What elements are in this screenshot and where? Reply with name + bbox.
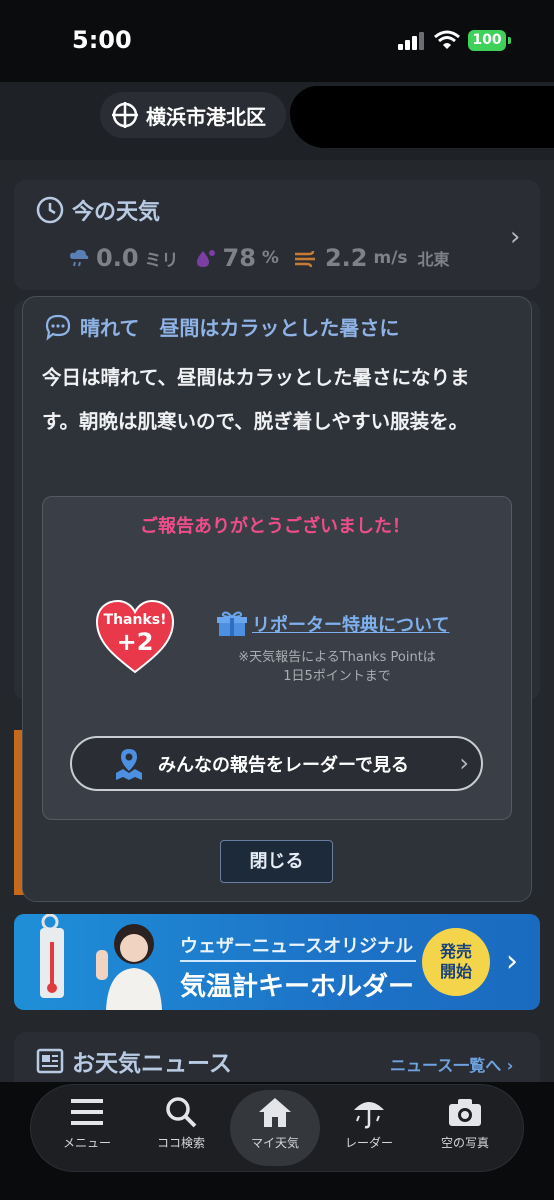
tab-radar[interactable]: レーダー	[324, 1090, 414, 1166]
thermometer-keychain-icon	[40, 914, 64, 998]
tab-radar-label: レーダー	[344, 1136, 393, 1150]
reporter-benefits-link[interactable]: リポーター特典について	[216, 610, 449, 638]
battery-indicator: 100	[468, 30, 511, 51]
tab-menu-label: メニュー	[62, 1136, 111, 1150]
location-name: 横浜市港北区	[146, 104, 266, 129]
heart-points: +2	[116, 628, 154, 656]
rain-unit: ミリ	[144, 250, 179, 271]
redaction-mark	[290, 86, 554, 148]
current-weather-title-text: 今の天気	[72, 200, 161, 225]
tab-sky-photos[interactable]: 空の写真	[420, 1090, 510, 1166]
status-time: 5:00	[72, 26, 132, 54]
wind-value: 2.2	[324, 244, 368, 272]
on-sale-badge: 発売 開始	[422, 928, 490, 996]
home-icon	[259, 1098, 291, 1127]
camera-icon	[449, 1099, 481, 1126]
chevron-right-icon: ›	[510, 222, 521, 252]
banner-subtitle: ウェザーニュースオリジナル	[180, 936, 414, 957]
wind-icon	[294, 250, 315, 268]
tab-search-label: ココ検索	[156, 1136, 205, 1150]
tab-menu[interactable]: メニュー	[42, 1090, 132, 1166]
humidity-icon	[196, 250, 215, 267]
humidity-unit: %	[261, 248, 279, 268]
umbrella-icon	[354, 1102, 384, 1129]
speech-bubble-icon	[45, 314, 71, 341]
close-button[interactable]: 閉じる	[220, 840, 333, 883]
note-line-1: ※天気報告によるThanks Pointは	[238, 650, 436, 665]
chevron-right-icon: ›	[459, 749, 469, 777]
current-weather-title: 今の天気	[36, 194, 160, 226]
rain-value: 0.0	[96, 244, 139, 272]
modal-title-text: 晴れて 昼間はカラッとした暑さに	[80, 316, 400, 340]
rain-cloud-icon	[70, 249, 89, 267]
modal-title: 晴れて 昼間はカラッとした暑さに	[44, 312, 399, 341]
chevron-right-icon: ›	[506, 944, 518, 979]
news-title: お天気ニュース	[36, 1044, 232, 1078]
wind-direction: 北東	[417, 250, 450, 269]
wifi-icon	[434, 30, 460, 49]
tab-search[interactable]: ココ検索	[136, 1090, 226, 1166]
newspaper-icon	[36, 1048, 64, 1074]
map-pin-icon	[116, 748, 142, 780]
gift-icon	[217, 611, 247, 636]
news-list-link[interactable]: ニュース一覧へ ›	[390, 1052, 513, 1076]
tab-my-weather-label: マイ天気	[250, 1136, 299, 1150]
news-list-label: ニュース一覧へ	[390, 1056, 502, 1075]
thanks-heart-badge: Thanks! +2	[94, 598, 176, 676]
tab-sky-photos-label: 空の写真	[440, 1136, 489, 1150]
news-title-text: お天気ニュース	[72, 1051, 232, 1077]
thanks-message: ご報告ありがとうございました！	[140, 516, 410, 537]
cellular-signal-icon	[398, 32, 426, 50]
heart-label: Thanks!	[103, 612, 167, 628]
view-reports-label: みんなの報告をレーダーで見る	[158, 754, 409, 776]
badge-line-1: 発売	[439, 942, 472, 961]
view-reports-on-radar-button[interactable]: みんなの報告をレーダーで見る ›	[70, 736, 483, 791]
menu-icon	[71, 1099, 103, 1125]
search-icon	[166, 1097, 197, 1128]
badge-line-2: 開始	[439, 962, 472, 981]
note-line-2: 1日5ポイントまで	[283, 669, 391, 684]
tab-my-weather[interactable]: マイ天気	[230, 1090, 320, 1166]
banner-divider	[180, 960, 416, 962]
humidity-value: 78	[222, 244, 256, 272]
banner-title: 気温計キーホルダー	[180, 972, 415, 1002]
modal-body-text: 今日は晴れて、昼間はカラッとした暑さになります。朝晩は肌寒いので、脱ぎ着しやすい…	[42, 366, 470, 433]
reporter-benefits-label: リポーター特典について	[252, 615, 450, 636]
spokesperson-photo	[96, 924, 162, 1010]
thanks-point-note: ※天気報告によるThanks Pointは 1日5ポイントまで	[212, 648, 462, 686]
wind-unit: m/s	[373, 248, 408, 268]
current-weather-stats: 0.0 ミリ 78 % 2.2 m/s 北東	[68, 244, 450, 272]
location-selector[interactable]: 横浜市港北区	[100, 92, 286, 138]
clock-icon	[36, 196, 64, 224]
location-target-icon	[112, 102, 138, 128]
